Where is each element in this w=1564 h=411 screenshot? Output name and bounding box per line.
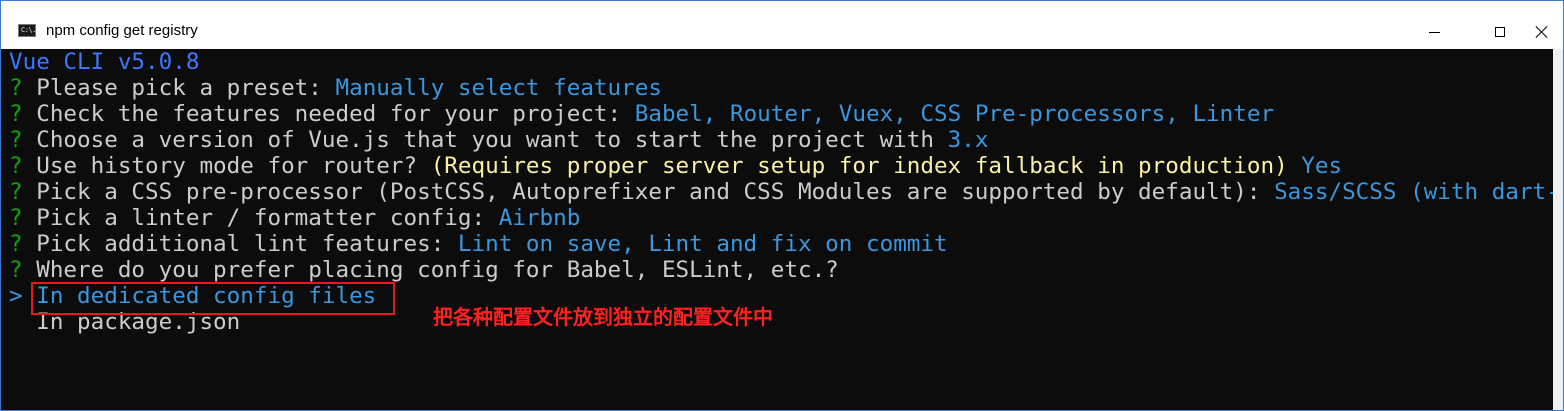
console-output[interactable]: Vue CLI v5.0.8 ? Please pick a preset: M… (1, 49, 1563, 410)
close-button[interactable] (1519, 19, 1563, 45)
maximize-icon (1495, 27, 1505, 37)
prompt-line: ? Pick a linter / formatter config: Airb… (9, 205, 581, 231)
prompt-line: ? Where do you prefer placing config for… (9, 257, 839, 283)
prompt-line: ? Use history mode for router? (Requires… (9, 153, 1343, 179)
prompt-line: ? Pick a CSS pre-processor (PostCSS, Aut… (9, 179, 1563, 205)
prompt-line: ? Check the features needed for your pro… (9, 101, 1275, 127)
prompt-line: ? Pick additional lint features: Lint on… (9, 231, 948, 257)
maximize-button[interactable] (1477, 19, 1523, 45)
prompt-line: ? Please pick a preset: Manually select … (9, 75, 662, 101)
cmd-icon: C:\. (18, 24, 36, 37)
minimize-icon (1428, 31, 1440, 33)
annotation-text: 把各种配置文件放到独立的配置文件中 (433, 305, 773, 329)
title-bar[interactable]: C:\. npm config get registry (1, 1, 1563, 49)
vertical-scrollbar[interactable] (1553, 49, 1563, 410)
terminal-window: C:\. npm config get registry Vue CLI v5.… (0, 0, 1564, 411)
minimize-button[interactable] (1411, 19, 1457, 45)
prompt-line: ? Choose a version of Vue.js that you wa… (9, 127, 989, 153)
close-icon (1536, 26, 1548, 38)
cli-header: Vue CLI v5.0.8 (9, 49, 200, 75)
window-title: npm config get registry (46, 22, 198, 39)
highlight-annotation-box (31, 282, 395, 315)
